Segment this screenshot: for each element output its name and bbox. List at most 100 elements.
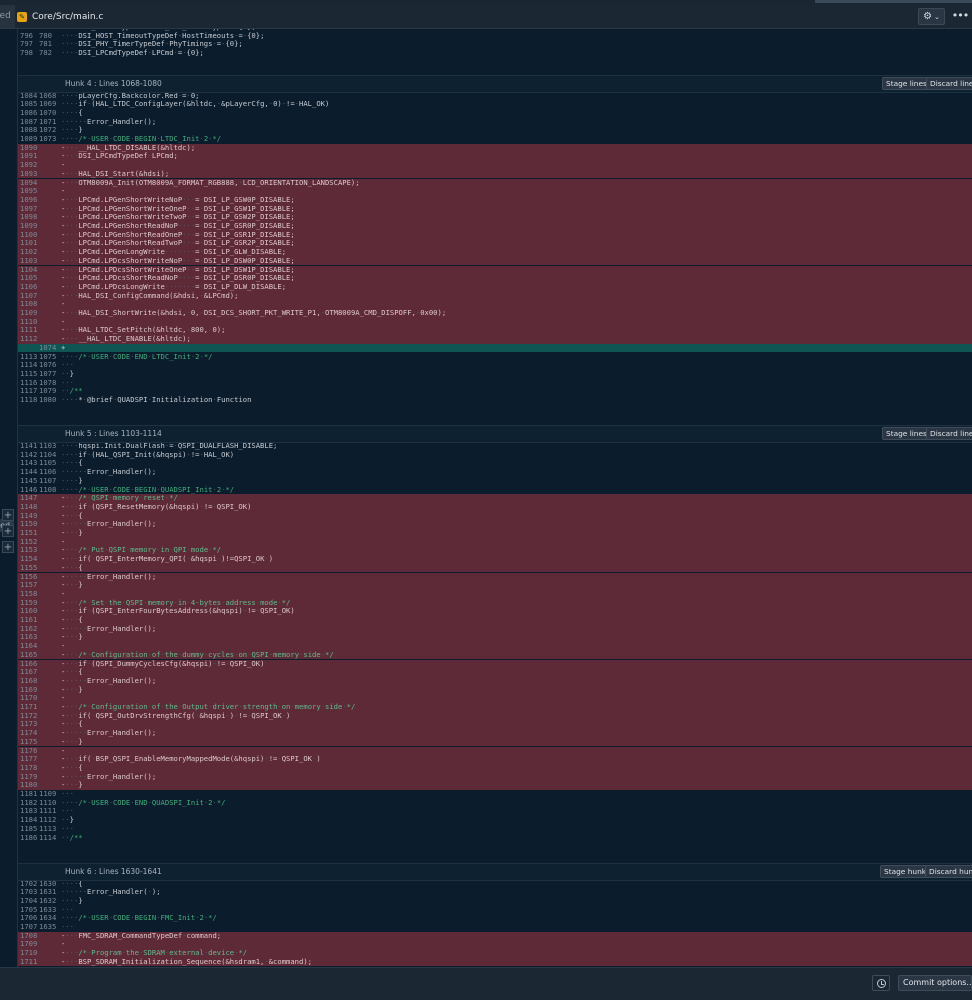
- removed-line[interactable]: 1176 -: [18, 746, 972, 756]
- removed-line[interactable]: 1175 -···}: [18, 737, 972, 747]
- context-line[interactable]: 1114 1076 ···: [18, 360, 972, 370]
- context-line[interactable]: 1705 1633 ···: [18, 905, 972, 915]
- removed-line[interactable]: 1170 -: [18, 694, 972, 703]
- stage-lines-button[interactable]: Stage lines: [882, 427, 931, 440]
- removed-line[interactable]: 1111 -···HAL_LTDC_SetPitch(&hltdc,·800,·0…: [18, 326, 972, 336]
- removed-line[interactable]: 1102 -···LPCmd.LPGenLongWrite·······=·DSI…: [18, 247, 972, 257]
- removed-line[interactable]: 1174 -·····Error_Handler();: [18, 728, 972, 738]
- context-line[interactable]: 1086 1070 ····{: [18, 108, 972, 118]
- context-line[interactable]: 1144 1106 ······Error_Handler();: [18, 467, 972, 477]
- removed-line[interactable]: 1711 -···BSP_SDRAM_Initialization_Sequenc…: [18, 957, 972, 967]
- removed-line[interactable]: 1161 -···{: [18, 615, 972, 625]
- removed-line[interactable]: 1179 -·····Error_Handler();: [18, 772, 972, 782]
- discard-lines-button[interactable]: Discard lines: [926, 77, 972, 90]
- context-line[interactable]: 1183 1111 ···: [18, 807, 972, 816]
- expand-plus-icon[interactable]: +: [2, 525, 14, 537]
- removed-line[interactable]: 1094 -···OTM8009A_Init(OTM8009A_FORMAT_RG…: [18, 178, 972, 188]
- removed-line[interactable]: 1100 -···LPCmd.LPGenShortReadOneP···=·DSI…: [18, 230, 972, 240]
- removed-line[interactable]: 1151 -···}: [18, 528, 972, 538]
- context-line[interactable]: 1185 1113 ···: [18, 824, 972, 834]
- context-line[interactable]: 1142 1104 ····if·(HAL_QSPI_Init(&hqspi)·!=…: [18, 450, 972, 460]
- context-line[interactable]: 797 781 ····DSI_PHY_TimerTypeDef·PhyTiming…: [18, 40, 972, 49]
- commit-options-button[interactable]: Commit options...: [898, 975, 972, 991]
- context-line[interactable]: 1706 1634 ····/*·USER·CODE·BEGIN·FMC_Init·…: [18, 913, 972, 923]
- removed-line[interactable]: 1110 -: [18, 317, 972, 327]
- context-line[interactable]: 1145 1107 ····}: [18, 476, 972, 486]
- removed-line[interactable]: 1148 -···if·(QSPI_ResetMemory(&hqspi)·!=·…: [18, 502, 972, 512]
- removed-line[interactable]: 1109 -···HAL_DSI_ShortWrite(&hdsi,·0,·DSI…: [18, 308, 972, 318]
- context-line[interactable]: 1703 1631 ······Error_Handler(·);: [18, 887, 972, 897]
- removed-line[interactable]: 1710 -···/*·Program·the·SDRAM·external·de…: [18, 948, 972, 958]
- removed-line[interactable]: 1169 -···}: [18, 685, 972, 695]
- removed-line[interactable]: 1153 -···/*·Put·QSPI·memory·in·QPI·mode·*…: [18, 546, 972, 556]
- removed-line[interactable]: 1098 -···LPCmd.LPGenShortWriteTwoP··=·DSI…: [18, 212, 972, 222]
- context-line[interactable]: 796 780 ····DSI_HOST_TimeoutTypeDef·HostTi…: [18, 31, 972, 41]
- discard-hunk-button[interactable]: Discard hunk: [925, 865, 972, 878]
- removed-line[interactable]: 1150 -·····Error_Handler();: [18, 519, 972, 529]
- settings-button[interactable]: ⚙ ⌄: [918, 8, 945, 25]
- stage-lines-button[interactable]: Stage lines: [882, 77, 931, 90]
- expand-plus-icon[interactable]: +: [2, 541, 14, 553]
- more-options-button[interactable]: •••: [951, 8, 969, 25]
- context-line[interactable]: 1116 1078 ···: [18, 378, 972, 388]
- expand-plus-icon[interactable]: +: [2, 509, 14, 521]
- removed-line[interactable]: 1103 -···LPCmd.LPDcsShortWriteNoP···=·DSI…: [18, 256, 972, 266]
- context-line[interactable]: ····DSI_LPCmdTypeDef·DSI_PHY_TimerType·=…: [18, 29, 972, 32]
- removed-line[interactable]: 1157 -···}: [18, 580, 972, 590]
- removed-line[interactable]: 1096 -···LPCmd.LPGenShortWriteNoP···=·DSI…: [18, 195, 972, 205]
- removed-line[interactable]: 1095 -: [18, 186, 972, 196]
- removed-line[interactable]: 1164 -: [18, 641, 972, 651]
- tab-previous[interactable]: ted: [0, 5, 15, 28]
- context-line[interactable]: 1146 1108 ····/*·USER·CODE·BEGIN·QUADSPI_I…: [18, 485, 972, 495]
- removed-line[interactable]: 1177 -···if(·BSP_QSPI_EnableMemoryMappedM…: [18, 754, 972, 764]
- removed-line[interactable]: 1152 -: [18, 537, 972, 547]
- window-drag-strip[interactable]: [815, 0, 972, 3]
- tab-main-c[interactable]: ✎ Core/Src/main.c: [17, 5, 103, 28]
- context-line[interactable]: 1143 1105 ····{: [18, 459, 972, 468]
- removed-line[interactable]: 1166 -···if·(QSPI_DummyCyclesCfg(&hqspi)·…: [18, 659, 972, 669]
- removed-line[interactable]: 1168 -·····Error_Handler();: [18, 676, 972, 686]
- removed-line[interactable]: 1099 -···LPCmd.LPGenShortReadNoP····=·DSI…: [18, 221, 972, 231]
- context-line[interactable]: 1117 1079 ··/**: [18, 386, 972, 396]
- removed-line[interactable]: 1112 -···__HAL_LTDC_ENABLE(&hltdc);: [18, 334, 972, 344]
- context-line[interactable]: 1087 1071 ······Error_Handler();: [18, 117, 972, 127]
- context-line[interactable]: 1113 1075 ····/*·USER·CODE·END·LTDC_Init·2…: [18, 352, 972, 362]
- removed-line[interactable]: 1093 -···HAL_DSI_Start(&hdsi);: [18, 169, 972, 179]
- removed-line[interactable]: 1167 -···{: [18, 667, 972, 677]
- removed-line[interactable]: 1180 -···}: [18, 780, 972, 790]
- removed-line[interactable]: 1105 -···LPCmd.LPDcsShortReadNoP····=·DSI…: [18, 273, 972, 283]
- discard-lines-button[interactable]: Discard lines: [926, 427, 972, 440]
- removed-line[interactable]: 1709 -: [18, 940, 972, 950]
- context-line[interactable]: 1118 1080 ····*·@brief·QUADSPI·Initializat…: [18, 395, 972, 405]
- removed-line[interactable]: 1108 -: [18, 300, 972, 309]
- removed-line[interactable]: 1147 -···/*·QSPI·memory·reset·*/: [18, 493, 972, 503]
- removed-line[interactable]: 1090 -···__HAL_LTDC_DISABLE(&hltdc);: [18, 143, 972, 153]
- removed-line[interactable]: 1154 -···if(·QSPI_EnterMemory_QPI(·&hqspi…: [18, 554, 972, 564]
- context-line[interactable]: 1089 1073 ····/*·USER·CODE·BEGIN·LTDC_Init…: [18, 134, 972, 144]
- removed-line[interactable]: 1106 -···LPCmd.LPDcsLongWrite·······=·DSI…: [18, 282, 972, 292]
- context-line[interactable]: 1184 1112 ··}: [18, 815, 972, 825]
- diff-view[interactable]: 1711 -···BSP_SDRAM_Initialization_Sequenc…: [18, 29, 972, 967]
- removed-line[interactable]: 1092 -: [18, 160, 972, 170]
- context-line[interactable]: 1182 1110 ····/*·USER·CODE·END·QUADSPI_Ini…: [18, 798, 972, 808]
- context-line[interactable]: 1115 1077 ··}: [18, 369, 972, 379]
- removed-line[interactable]: 1173 -···{: [18, 720, 972, 730]
- context-line[interactable]: 1088 1072 ····}: [18, 125, 972, 135]
- history-button[interactable]: [872, 975, 890, 991]
- context-line[interactable]: 1707 1635 ···: [18, 922, 972, 932]
- removed-line[interactable]: 1156 -·····Error_Handler();: [18, 572, 972, 582]
- context-line[interactable]: 1704 1632 ····}: [18, 896, 972, 906]
- removed-line[interactable]: 1171 -···/*·Configuration·of·the·Output·d…: [18, 702, 972, 712]
- context-line[interactable]: 1181 1109 ···: [18, 789, 972, 799]
- removed-line[interactable]: 1158 -: [18, 589, 972, 599]
- removed-line[interactable]: 1149 -···{: [18, 511, 972, 521]
- added-line[interactable]: 1074 +: [18, 343, 972, 353]
- removed-line[interactable]: 1159 -···/*·Set·the·QSPI·memory·in·4-byte…: [18, 598, 972, 608]
- removed-line[interactable]: 1708 -···FMC_SDRAM_CommandTypeDef·command…: [18, 931, 972, 941]
- removed-line[interactable]: 1178 -···{: [18, 763, 972, 773]
- removed-line[interactable]: 1155 -···{: [18, 563, 972, 573]
- removed-line[interactable]: 1162 -·····Error_Handler();: [18, 624, 972, 634]
- removed-line[interactable]: 1165 -···/*·Configuration·of·the·dummy·cy…: [18, 650, 972, 660]
- context-line[interactable]: 1085 1069 ····if·(HAL_LTDC_ConfigLayer(&hl…: [18, 99, 972, 109]
- context-line[interactable]: 1186 1114 ··/**: [18, 833, 972, 843]
